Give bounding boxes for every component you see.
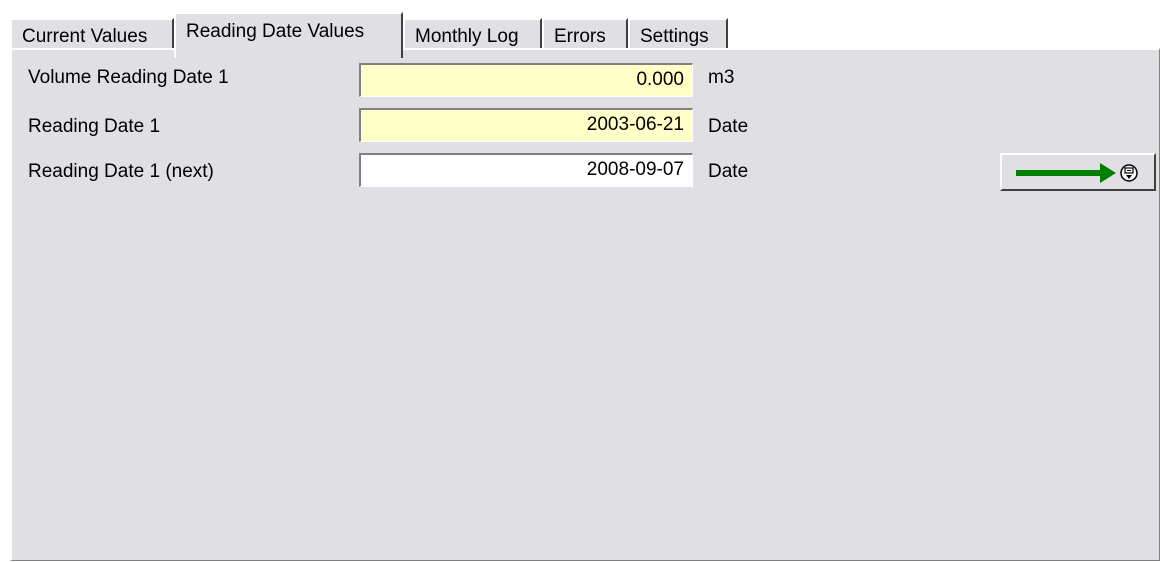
reading-date-1-field[interactable]: 2003-06-21 <box>359 108 693 142</box>
tab-panel-reading-date-values: Volume Reading Date 1 0.000 m3 Reading D… <box>10 48 1160 561</box>
volume-reading-date-1-field[interactable]: 0.000 <box>359 63 693 97</box>
reading-date-1-next-unit: Date <box>708 161 749 182</box>
app-window: Current Values Reading Date Values Month… <box>0 0 1166 562</box>
reading-date-1-next-field[interactable]: 2008-09-07 <box>359 153 693 187</box>
green-arrow-write-icon <box>1016 163 1138 183</box>
write-value-button[interactable] <box>1000 153 1156 191</box>
reading-date-1-label: Reading Date 1 <box>28 116 161 137</box>
reading-date-1-next-label: Reading Date 1 (next) <box>28 161 214 182</box>
volume-reading-date-1-unit: m3 <box>708 67 735 88</box>
reading-date-1-unit: Date <box>708 116 749 137</box>
tab-reading-date-values[interactable]: Reading Date Values <box>174 12 403 58</box>
volume-reading-date-1-label: Volume Reading Date 1 <box>28 67 229 88</box>
tab-strip: Current Values Reading Date Values Month… <box>10 8 1160 58</box>
